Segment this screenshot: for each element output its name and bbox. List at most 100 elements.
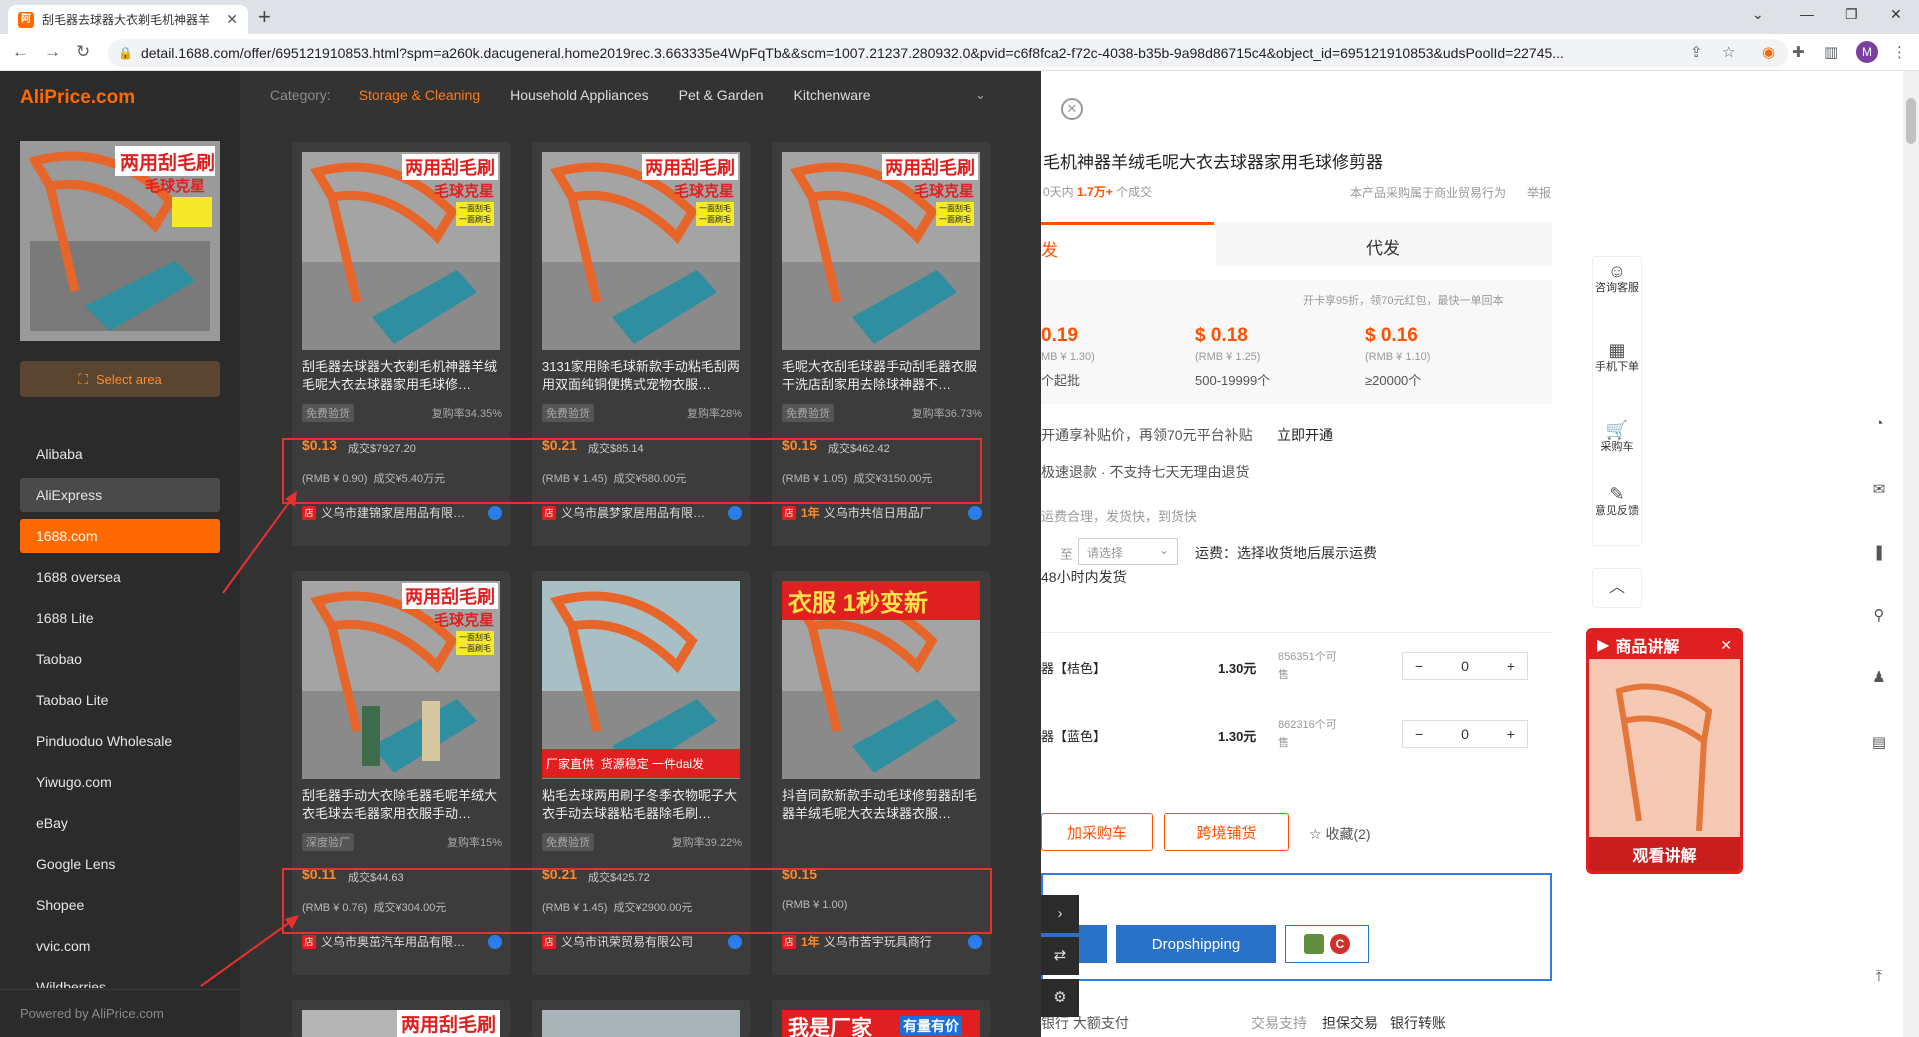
product-video-widget[interactable]: ▶ 商品讲解 ✕ 观看讲解 [1586,628,1743,874]
tab-close-icon[interactable]: ✕ [226,11,238,28]
product-card[interactable] [532,1000,750,1037]
supplier-row[interactable]: 店 1年 义乌市共信日用品厂 [782,504,982,521]
chat-icon[interactable] [968,934,982,949]
info-icon[interactable]: ◔ [1870,415,1888,433]
page-scrollbar[interactable] [1903,71,1919,1037]
site-item-taobao-lite[interactable]: Taobao Lite [20,683,220,717]
site-item-google-lens[interactable]: Google Lens [20,847,220,881]
plus-icon[interactable]: + [1507,658,1515,674]
tab-search-icon[interactable]: ⌄ [1752,6,1764,23]
add-to-cart-button[interactable]: 加采购车 [1041,813,1153,851]
product-title[interactable]: 粘毛去球两用刷子冬季衣物呢子大衣手动去球器粘毛器除毛刷… [542,787,742,823]
bookmark-icon[interactable]: ❚ [1870,543,1888,561]
chat-icon[interactable] [488,505,502,520]
site-item-taobao[interactable]: Taobao [20,642,220,676]
category-tab[interactable]: Household Appliances [510,87,649,103]
category-tab[interactable]: Kitchenware [794,87,871,103]
product-title[interactable]: 毛呢大衣刮毛球器手动刮毛器衣服干洗店刮家用去除球神器不… [782,358,982,394]
note-icon[interactable]: ▤ [1870,733,1888,751]
forward-icon[interactable]: → [44,42,61,62]
supplier-row[interactable]: 店 1年 义乌市苦宇玩具商行 [782,933,982,950]
tab-wholesale[interactable]: 发 [1041,222,1214,266]
share-button[interactable]: ⇄ [1041,937,1079,975]
quantity-stepper[interactable]: −0 + [1402,652,1528,680]
side-panel-icon[interactable]: ▥ [1824,43,1838,61]
select-area-button[interactable]: ⛶ Select area [20,361,220,397]
cart-tool[interactable]: 🛒 采购车 [1592,420,1642,454]
promo-link[interactable]: 立即开通 [1277,425,1333,445]
site-item-aliexpress[interactable]: AliExpress [20,478,220,512]
category-tab[interactable]: Storage & Cleaning [359,87,480,103]
report-link[interactable]: 举报 [1527,184,1551,201]
scroll-top-button[interactable]: ︿ [1592,568,1642,608]
coupon-text: 开卡享95折，领70元红包，最快一单回本 [1303,295,1504,307]
back-to-top-icon[interactable]: ⤒ [1870,968,1888,986]
expand-panel-button[interactable]: › [1041,895,1079,933]
product-card[interactable]: 两用刮毛刷 [292,1000,510,1037]
product-title[interactable]: 刮毛器手动大衣除毛器毛呢羊绒大衣毛球去毛器家用衣服手动… [302,787,502,823]
mail-icon[interactable]: ✉ [1870,480,1888,498]
site-item-ebay[interactable]: eBay [20,806,220,840]
site-item-vvic[interactable]: vvic.com [20,929,220,963]
favorite-button[interactable]: ☆ 收藏(2) [1309,824,1371,844]
chat-icon[interactable] [728,505,742,520]
share-icon[interactable]: ⇪ [1690,43,1703,61]
back-icon[interactable]: ← [12,42,29,62]
product-title[interactable]: 抖音同款新款手动毛球修剪器刮毛器羊绒毛呢大衣去球器衣服… [782,787,982,823]
settings-button[interactable]: ⚙ [1041,979,1079,1017]
cross-border-button[interactable]: 跨境铺货 [1164,813,1289,851]
aliprice-extension-icon[interactable]: ◉ [1762,43,1775,61]
cart-icon: 🛒 [1605,420,1629,440]
chat-service-tool[interactable]: ☺ 咨询客服 [1592,262,1642,295]
watch-video-button[interactable]: 观看讲解 [1589,837,1740,871]
bookmark-star-icon[interactable]: ☆ [1722,43,1735,61]
store-icons[interactable]: C [1285,925,1369,963]
chat-icon[interactable] [728,934,742,949]
dropshipping-button[interactable]: Dropshipping [1116,925,1276,963]
scrollbar-thumb[interactable] [1906,98,1916,144]
address-bar: ← → ↻ 🔒 detail.1688.com/offer/6951219108… [0,34,1919,71]
minimize-icon[interactable]: — [1800,6,1814,22]
restore-icon[interactable]: ❐ [1845,6,1858,23]
tab-dropship[interactable]: 代发 [1216,222,1552,266]
close-panel-icon[interactable]: ✕ [1061,98,1083,120]
site-item-1688-oversea[interactable]: 1688 oversea [20,560,220,594]
product-title[interactable]: 刮毛器去球器大衣剃毛机神器羊绒毛呢大衣去球器家用毛球修… [302,358,502,394]
site-item-pinduoduo[interactable]: Pinduoduo Wholesale [20,724,220,758]
minus-icon[interactable]: − [1415,726,1423,742]
category-tab[interactable]: Pet & Garden [679,87,764,103]
chat-icon[interactable] [968,505,982,520]
chat-icon[interactable] [488,934,502,949]
site-item-yiwugo[interactable]: Yiwugo.com [20,765,220,799]
plus-icon[interactable]: + [1507,726,1515,742]
window-close-icon[interactable]: ✕ [1890,6,1902,23]
supplier-row[interactable]: 店 义乌市讯荣贸易有限公司 [542,933,742,950]
site-item-alibaba[interactable]: Alibaba [20,437,220,471]
bell-icon[interactable]: ♟ [1870,668,1888,686]
extensions-puzzle-icon[interactable]: ✚ [1792,43,1805,61]
url-field[interactable]: 🔒 detail.1688.com/offer/695121910853.htm… [108,39,1788,67]
new-tab-button[interactable]: + [258,6,271,28]
site-item-1688-lite[interactable]: 1688 Lite [20,601,220,635]
video-close-icon[interactable]: ✕ [1720,637,1732,654]
product-card[interactable]: 我是厂家 有量有价 [772,1000,990,1037]
supplier-row[interactable]: 店 义乌市晨梦家居用品有限… [542,504,742,521]
site-item-wildberries[interactable]: Wildberries [20,970,220,988]
menu-kebab-icon[interactable]: ⋮ [1892,43,1907,61]
refund-policy[interactable]: 极速退款 · 不支持七天无理由退货 [1041,462,1249,482]
feedback-tool[interactable]: ✎ 意见反馈 [1592,485,1642,518]
chevron-down-icon[interactable]: ⌄ [975,87,986,103]
site-item-1688[interactable]: 1688.com [20,519,220,553]
supplier-row[interactable]: 店 义乌市奥茁汽车用品有限… [302,933,502,950]
minus-icon[interactable]: − [1415,658,1423,674]
product-title[interactable]: 3131家用除毛球新款手动粘毛刮两用双面纯铜便携式宠物衣服… [542,358,742,394]
site-item-shopee[interactable]: Shopee [20,888,220,922]
pin-icon[interactable]: ⚲ [1870,606,1888,624]
profile-avatar[interactable]: M [1856,41,1878,63]
supplier-row[interactable]: 店 义乌市建锦家居用品有限… [302,504,502,521]
mobile-order-tool[interactable]: ▦ 手机下单 [1592,341,1642,374]
quantity-stepper[interactable]: −0 + [1402,720,1528,748]
reload-icon[interactable]: ↻ [76,42,90,62]
ship-to-select[interactable]: 请选择 ⌄ [1078,538,1178,565]
browser-tab[interactable]: 阿 刮毛器去球器大衣剃毛机神器羊 ✕ [8,5,248,34]
